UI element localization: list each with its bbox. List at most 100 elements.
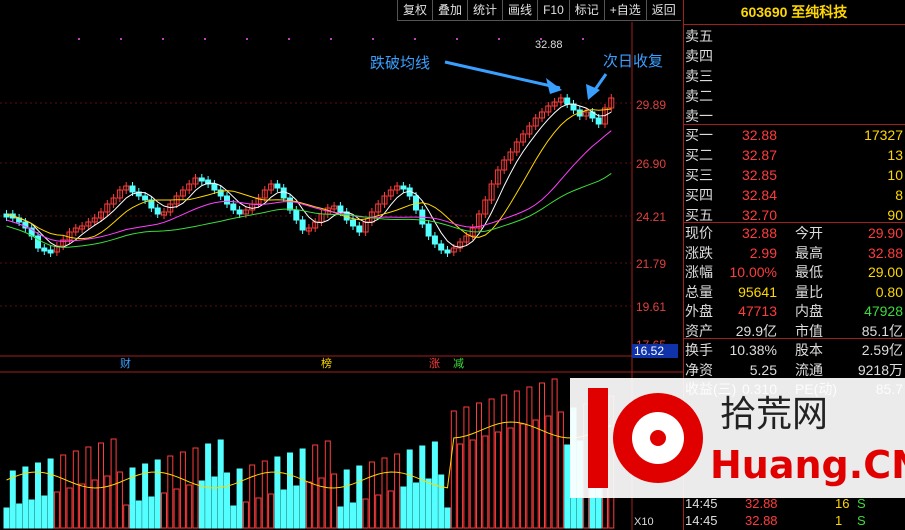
volume-bar (400, 486, 407, 529)
volume-bar (494, 431, 501, 529)
volume-bar (318, 477, 325, 529)
candle (280, 187, 287, 199)
event-marker[interactable]: 财 (119, 358, 132, 371)
candle (595, 117, 602, 125)
volume-bar (356, 465, 363, 529)
bid-row: 买五 32.70 90 (685, 207, 903, 223)
volume-bar (564, 444, 571, 529)
stock-code: 603690 (740, 4, 788, 20)
candle (35, 235, 41, 249)
volume-bar (60, 454, 67, 529)
high-price-label: 32.88 (535, 39, 563, 51)
bid-row: 买一 32.88 17327 (685, 127, 903, 143)
volume-bar (507, 427, 514, 529)
ask-row: 卖五 (685, 28, 713, 44)
bid-row: 买二 32.87 13 (685, 147, 903, 163)
candle (299, 219, 306, 231)
candle (287, 197, 293, 211)
volume-bar (362, 498, 369, 529)
volume-bar (299, 448, 306, 529)
candle (224, 195, 230, 205)
volume-bar (513, 390, 520, 529)
toolbar-button-2[interactable]: 统计 (467, 0, 503, 21)
quote-row: 涨跌 2.99 最高 32.88 (685, 244, 903, 261)
annotation-arrow (444, 60, 561, 90)
volume-bar (476, 402, 482, 529)
toolbar-button-0[interactable]: 复权 (397, 0, 433, 21)
ask-row: 卖四 (685, 48, 713, 64)
stock-header[interactable]: 603690 至纯科技 (683, 2, 905, 22)
volume-bar (47, 458, 54, 529)
volume-bar (337, 506, 344, 529)
volume-bar (198, 480, 205, 529)
volume-bar (41, 495, 48, 529)
candle (564, 97, 571, 105)
candle (198, 177, 205, 182)
volume-bar (261, 460, 268, 529)
candle (400, 185, 407, 190)
volume-bar (375, 494, 382, 529)
volume-bar (381, 457, 388, 529)
volume-bar (551, 378, 558, 529)
volume-bar (224, 472, 230, 529)
volume-bar (324, 440, 331, 529)
volume-bar (249, 464, 256, 529)
volume-bar (116, 471, 123, 529)
toolbar-button-7[interactable]: 返回 (645, 0, 681, 21)
volume-bar (331, 473, 338, 529)
volume-bar (205, 443, 212, 529)
quote-row: 涨幅 10.00% 最低 29.00 (685, 264, 903, 280)
event-marker[interactable]: 榜 (320, 358, 333, 371)
volume-bar (488, 398, 495, 529)
candle (230, 203, 237, 211)
toolbar-button-1[interactable]: 叠加 (432, 0, 468, 21)
volume-bar (135, 500, 142, 529)
tick-row: 14:45 32.88 16 S (685, 496, 866, 511)
candle (425, 223, 432, 237)
volume-bar (236, 468, 243, 529)
ask-row: 卖二 (685, 88, 713, 104)
volume-bar (22, 466, 29, 529)
volume-bar (274, 456, 281, 529)
volume-bar (526, 386, 533, 529)
candle (129, 185, 136, 193)
volume-bar (438, 474, 445, 529)
volume-bar (79, 483, 86, 529)
event-marker[interactable]: 涨 (428, 358, 441, 371)
volume-bar (305, 481, 312, 529)
quote-row: 总量 95641 量比 0.80 (685, 283, 903, 300)
toolbar-button-4[interactable]: F10 (537, 0, 569, 21)
event-marker[interactable]: 减 (452, 358, 465, 371)
volume-bar (192, 447, 199, 529)
bid-row: 买三 32.85 10 (685, 167, 903, 183)
toolbar-button-5[interactable]: 标记 (568, 0, 604, 21)
dot-mark (246, 38, 248, 40)
volume-bar (293, 485, 300, 529)
volume-bar (482, 435, 489, 529)
candle (293, 209, 300, 221)
annotation-arrow-head (546, 78, 562, 94)
volume-bar (173, 488, 180, 529)
price-axis-label: 21.79 (636, 257, 667, 271)
volume-bar (179, 451, 186, 529)
volume-bar (450, 410, 457, 529)
watermark-logo: 拾荒网 Huang.CN (570, 378, 905, 498)
dot-mark (288, 38, 290, 40)
candle (444, 249, 451, 254)
toolbar-button-3[interactable]: 画线 (502, 0, 538, 21)
volume-bar (104, 475, 111, 529)
moving-average-line (6, 173, 612, 248)
volume-bar (35, 462, 41, 529)
volume-bar (406, 449, 413, 529)
stock-name: 至纯科技 (791, 4, 848, 20)
candle (274, 183, 281, 189)
volume-bar (444, 507, 451, 529)
dot-mark (120, 38, 122, 40)
toolbar-button-6[interactable]: +自选 (603, 0, 646, 21)
volume-bar (557, 411, 564, 529)
dot-mark (498, 38, 500, 40)
volume-bar (255, 497, 262, 529)
volume-bar (123, 504, 130, 529)
volume-bar (9, 470, 16, 529)
volume-bar (167, 455, 174, 529)
